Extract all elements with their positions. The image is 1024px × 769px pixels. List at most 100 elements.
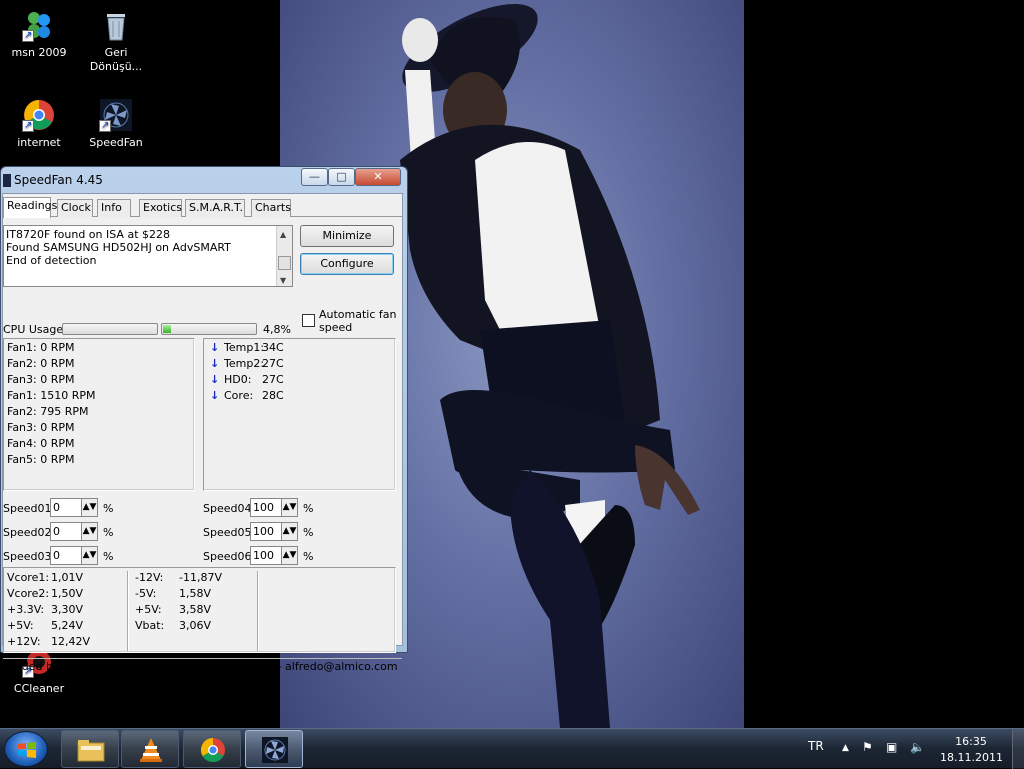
taskbar-explorer-button[interactable] (61, 730, 119, 768)
window-titlebar[interactable]: SpeedFan 4.45 — □ ✕ (1, 167, 407, 193)
automatic-fan-speed-label[interactable]: Automatic fan speed (319, 308, 399, 334)
scroll-down-icon[interactable]: ▼ (280, 274, 286, 287)
voltage-value: 3,30V (51, 603, 84, 616)
log-scrollbar[interactable]: ▲ ▼ (276, 226, 292, 286)
minimize-button[interactable]: Minimize (300, 225, 394, 247)
temperature-value: 34C (262, 341, 284, 354)
fan-reading: Fan4: 0 RPM (7, 437, 75, 450)
voltage-reading: -5V: 1,58V (135, 586, 222, 602)
start-button[interactable] (4, 731, 48, 767)
scroll-up-icon[interactable]: ▲ (280, 228, 286, 241)
window-close-button[interactable]: ✕ (355, 168, 401, 186)
window-minimize-button[interactable]: — (301, 168, 328, 186)
temperature-name: Temp1: (224, 341, 265, 354)
temperature-reading: ↓ Temp2:27C (210, 356, 389, 372)
desktop-icon-label: msn 2009 (11, 46, 67, 59)
taskbar-vlc-button[interactable] (121, 730, 179, 768)
spinner-arrows-icon[interactable]: ▲▼ (281, 523, 297, 540)
speed-label: Speed03: (3, 550, 56, 563)
tab-info[interactable]: Info (97, 199, 131, 217)
down-arrow-icon: ↓ (210, 373, 220, 386)
speed-input[interactable]: 0 ▲▼ (50, 546, 98, 565)
cpu-usage-value: 4,8% (263, 323, 291, 336)
speed-control: Speed01: 0 ▲▼% (3, 498, 123, 518)
voltage-reading: +5V: 5,24V (7, 618, 90, 634)
automatic-fan-speed-checkbox[interactable] (302, 314, 315, 327)
temperature-name: Core: (224, 389, 254, 402)
speed-label: Speed04: (203, 502, 256, 515)
voltage-name: -12V: (135, 571, 164, 584)
speed-value: 0 (53, 549, 60, 562)
spinner-arrows-icon[interactable]: ▲▼ (281, 547, 297, 564)
speed-label: Speed06: (203, 550, 256, 563)
desktop-icon-speedfan[interactable]: SpeedFan (78, 98, 154, 150)
temperature-name: Temp2: (224, 357, 265, 370)
taskbar-chrome-button[interactable] (183, 730, 241, 768)
tab-exotics[interactable]: Exotics (139, 199, 182, 217)
folder-icon (77, 740, 105, 762)
taskbar-speedfan-button[interactable] (245, 730, 303, 768)
voltage-name: +3.3V: (7, 603, 45, 616)
detection-log[interactable]: IT8720F found on ISA at $228 Found SAMSU… (3, 225, 293, 287)
configure-button[interactable]: Configure (300, 253, 394, 275)
fan-reading: Fan1: 1510 RPM (7, 389, 96, 402)
network-icon[interactable]: ▣ (886, 740, 897, 754)
voltage-name: +5V: (135, 603, 162, 616)
tab-smart[interactable]: S.M.A.R.T. (185, 199, 245, 217)
speedfan-app-icon (3, 174, 11, 187)
percent-sign: % (303, 550, 314, 563)
percent-sign: % (303, 526, 314, 539)
speed-input[interactable]: 100 ▲▼ (250, 522, 298, 541)
spinner-arrows-icon[interactable]: ▲▼ (81, 547, 97, 564)
action-center-flag-icon[interactable]: ⚑ (862, 740, 873, 754)
fan-reading: Fan2: 0 RPM (7, 357, 75, 370)
windows-logo-icon (18, 742, 36, 758)
speed-input[interactable]: 100 ▲▼ (250, 546, 298, 565)
tab-readings[interactable]: Readings (3, 197, 57, 218)
language-indicator[interactable]: TR (808, 739, 824, 753)
speed-value: 100 (253, 525, 274, 538)
spinner-arrows-icon[interactable]: ▲▼ (81, 499, 97, 516)
tab-clock[interactable]: Clock (57, 199, 93, 217)
speed-control: Speed02: 0 ▲▼% (3, 522, 123, 542)
credits-bar: Coded by Alfredo Milani Comparetti - 200… (3, 658, 402, 673)
voltage-reading: -12V: -11,87V (135, 570, 222, 586)
window-maximize-button[interactable]: □ (328, 168, 355, 186)
spinner-arrows-icon[interactable]: ▲▼ (281, 499, 297, 516)
speed-control: Speed05: 100 ▲▼% (203, 522, 323, 542)
show-hidden-icons-icon[interactable]: ▲ (842, 743, 849, 753)
clock-time[interactable]: 16:35 (950, 735, 992, 748)
temperatures-panel: ↓ Temp1:34C ↓ Temp2:27C ↓ HD0: 27C ↓ Core: 28C (203, 338, 396, 491)
temperature-value: 28C (262, 389, 284, 402)
speedfan-icon (262, 737, 288, 763)
speed-input[interactable]: 0 ▲▼ (50, 498, 98, 517)
desktop-icon-internet[interactable]: internet (1, 98, 77, 150)
spinner-arrows-icon[interactable]: ▲▼ (81, 523, 97, 540)
temperature-reading: ↓ Temp1:34C (210, 340, 389, 356)
temperature-reading: ↓ Core: 28C (210, 388, 389, 404)
window-title: SpeedFan 4.45 (14, 173, 103, 187)
tab-charts[interactable]: Charts (251, 199, 291, 217)
clock-date[interactable]: 18.11.2011 (940, 751, 1003, 764)
speed-label: Speed01: (3, 502, 56, 515)
voltage-reading: Vbat: 3,06V (135, 618, 222, 634)
voltage-value: -11,87V (179, 571, 222, 584)
percent-sign: % (103, 526, 114, 539)
speedfan-window[interactable]: SpeedFan 4.45 — □ ✕ Readings Clock Info … (0, 166, 408, 673)
temperature-reading: ↓ HD0: 27C (210, 372, 389, 388)
speed-input[interactable]: 0 ▲▼ (50, 522, 98, 541)
desktop-icon-recycle-bin[interactable]: Geri Dönüşü... (78, 8, 154, 74)
percent-sign: % (103, 550, 114, 563)
desktop-icon-msn[interactable]: msn 2009 (1, 8, 77, 60)
show-desktop-button[interactable] (1012, 729, 1024, 769)
scroll-thumb[interactable] (278, 256, 291, 270)
voltage-name: -5V: (135, 587, 157, 600)
percent-sign: % (103, 502, 114, 515)
speed-value: 100 (253, 549, 274, 562)
speed-input[interactable]: 100 ▲▼ (250, 498, 298, 517)
speed-control: Speed04: 100 ▲▼% (203, 498, 323, 518)
volume-icon[interactable]: 🔈 (910, 740, 925, 754)
fan-reading: Fan5: 0 RPM (7, 453, 75, 466)
shortcut-arrow-icon (22, 29, 34, 43)
taskbar: TR ▲ ⚑ ▣ 🔈 16:35 18.11.2011 (0, 728, 1024, 769)
